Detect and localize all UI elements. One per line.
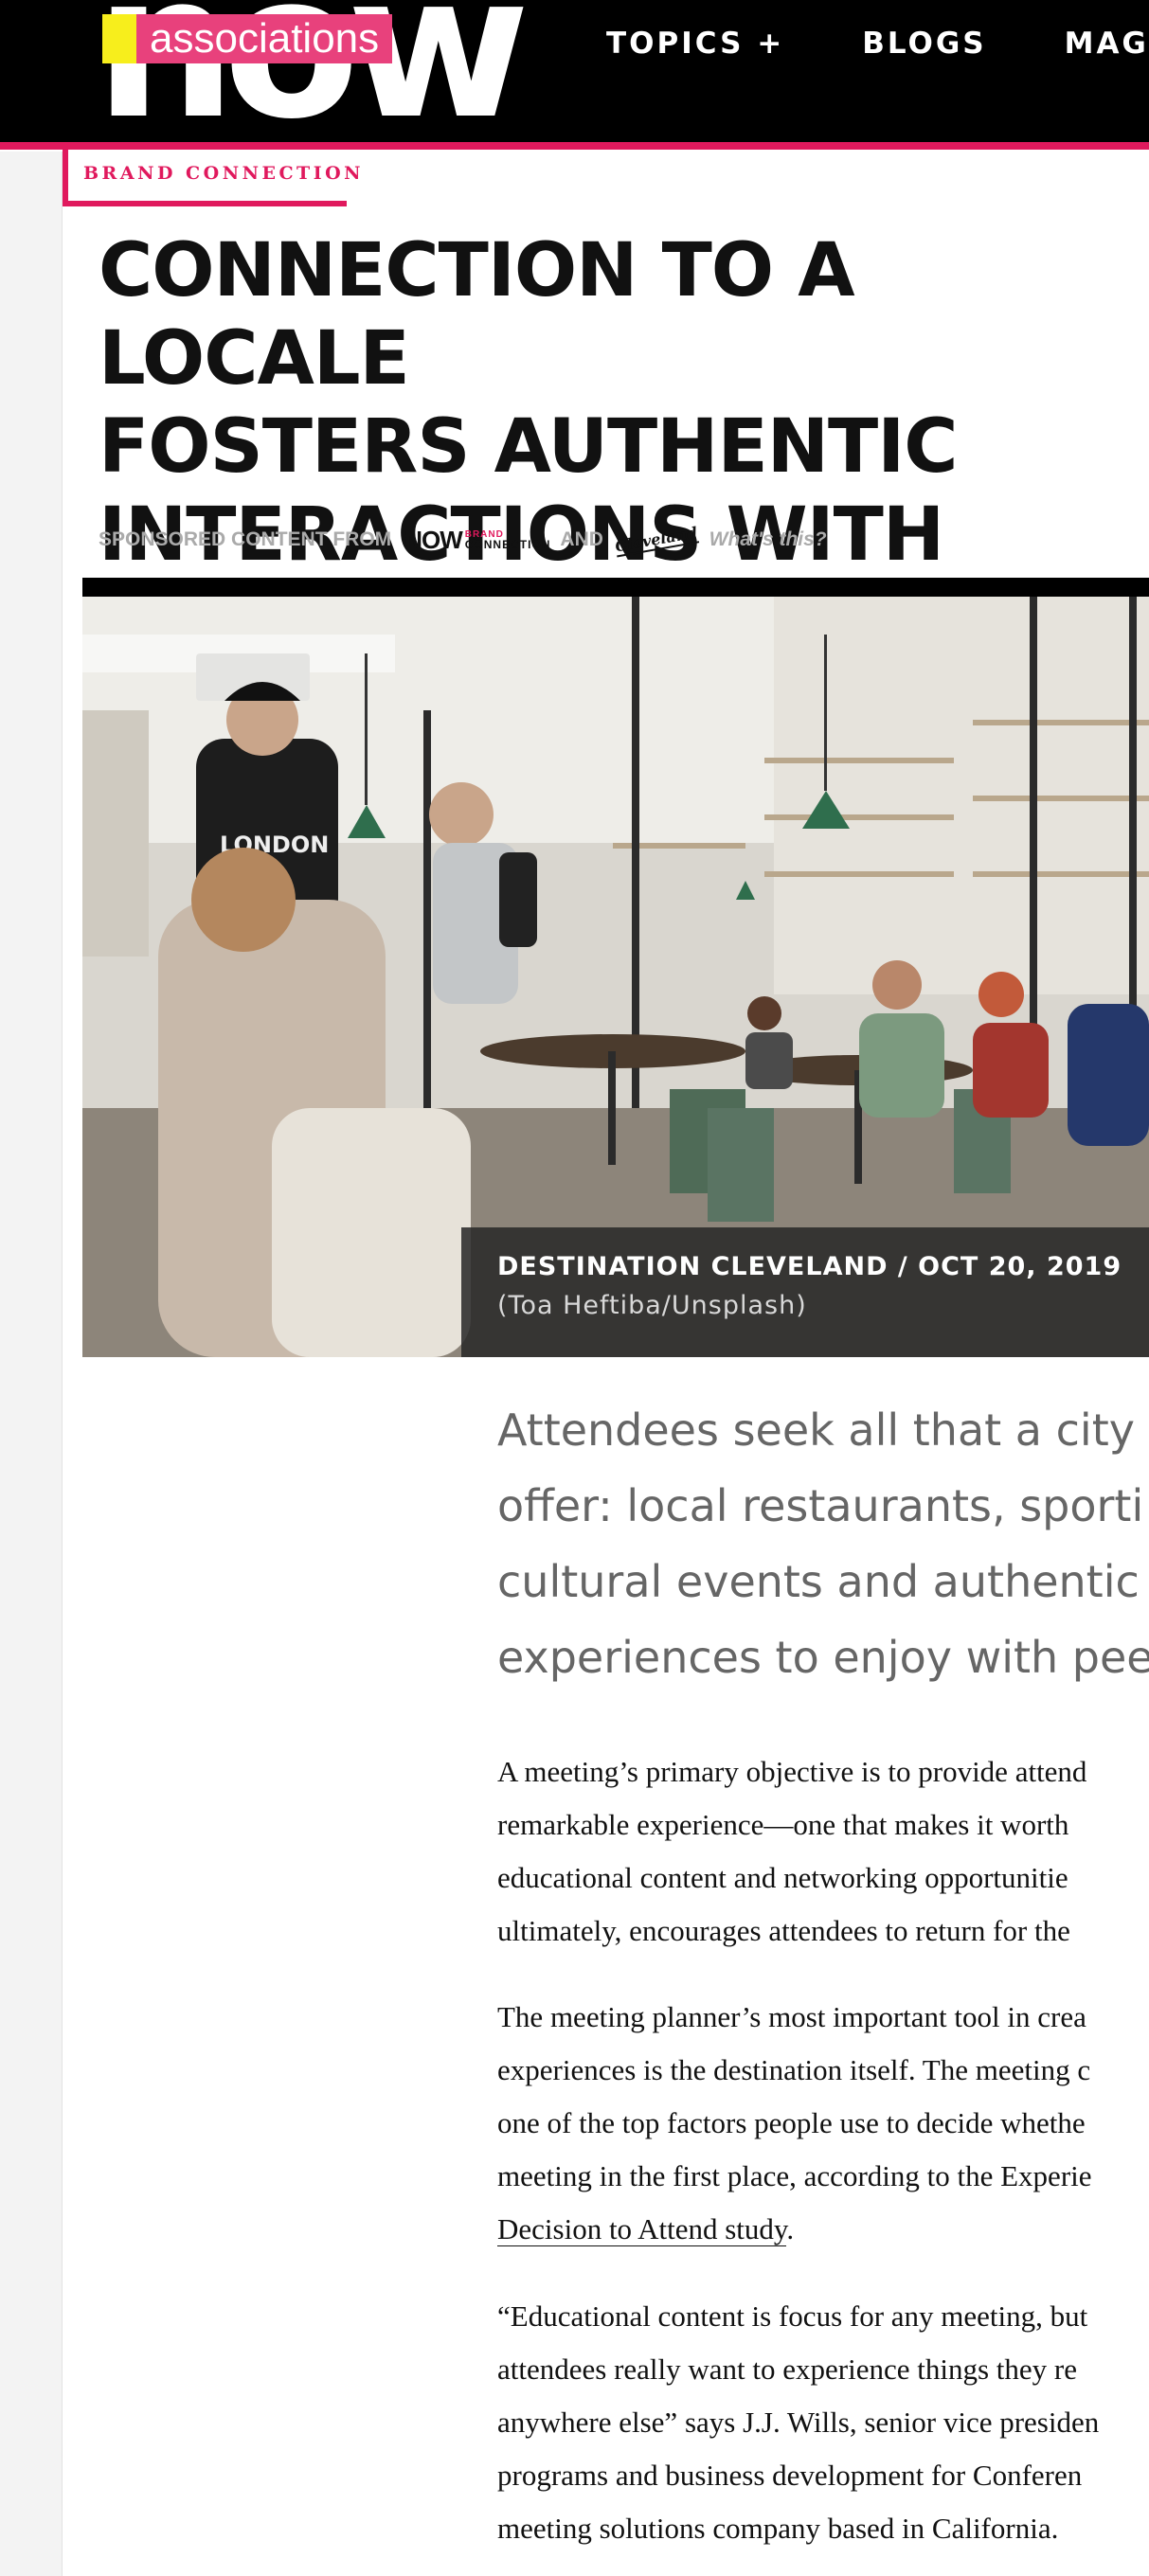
article-paragraph-1: A meeting’s primary objective is to prov… [497,1745,1149,1958]
main-nav: TOPICS + BLOGS MAGAZ [606,27,1149,61]
paragraph-line: remarkable experience—one that makes it … [497,1808,1069,1841]
brand-connection-tag[interactable]: BRAND CONNECTION [63,150,361,206]
hero-caption: DESTINATION CLEVELAND / OCT 20, 2019 (To… [461,1227,1149,1357]
dek-line: offer: local restaurants, sporti [497,1480,1144,1531]
site-logo[interactable]: now associations [95,0,549,142]
article-dek: Attendees seek all that a city h offer: … [497,1392,1149,1695]
hero-image: LONDON DESTINATION CLEVELAND / OCT 20, 2… [82,578,1149,1357]
article-paragraph-2: The meeting planner’s most important too… [497,1991,1149,2256]
site-header: now associations TOPICS + BLOGS MAGAZ [0,0,1149,150]
sponsored-content-line: SPONSORED CONTENT FROM NOW BRAND CONNECT… [99,523,827,557]
dek-line: Attendees seek all that a city h [497,1404,1149,1456]
sponsor-and: AND [560,528,603,550]
brand-connection-label: BRAND CONNECTION [83,163,365,184]
paragraph-line: attendees really want to experience thin… [497,2352,1077,2386]
paragraph-line: The meeting planner’s most important too… [497,2000,1086,2033]
cleveland-logo[interactable]: Cleveland [613,523,699,557]
paragraph-line: anywhere else” says J.J. Wills, senior v… [497,2406,1100,2439]
decision-to-attend-link[interactable]: Decision to Attend study [497,2212,787,2246]
page-gutter [0,152,63,2576]
dek-line: experiences to enjoy with peer [497,1632,1149,1683]
dek-line: cultural events and authentic [497,1556,1140,1607]
nav-magazine[interactable]: MAGAZ [1065,27,1149,61]
paragraph-line: educational content and networking oppor… [497,1861,1068,1894]
whats-this-link[interactable]: What's this? [709,528,827,551]
article-paragraph-3: “Educational content is focus for any me… [497,2290,1149,2555]
sponsor-prefix: SPONSORED CONTENT FROM [99,528,392,550]
sponsor-logo-connection: CONNECTION [464,538,551,551]
paragraph-line: “Educational content is focus for any me… [497,2299,1088,2333]
paragraph-line: meeting solutions company based in Calif… [497,2512,1059,2545]
nav-blogs[interactable]: BLOGS [862,27,986,61]
sponsor-logo-wordmark: NOW [404,525,463,554]
paragraph-line: Decision to Attend study. [497,2203,1149,2256]
paragraph-line: one of the top factors people use to dec… [497,2106,1086,2139]
hero-photo-credit: (Toa Heftiba/Unsplash) [497,1291,807,1320]
paragraph-line: A meeting’s primary objective is to prov… [497,1755,1087,1788]
headline-line: CONNECTION TO A LOCALE [99,228,855,402]
headline-line: FOSTERS AUTHENTIC [99,404,958,490]
logo-yellow-block [102,14,136,63]
paragraph-line: ultimately, encourages attendees to retu… [497,1914,1070,1947]
logo-badge: associations [102,14,393,63]
sponsor-logo-subtext: BRAND CONNECTION [465,529,551,550]
logo-badge-text: associations [136,14,393,63]
paragraph-end: . [786,2212,795,2245]
nav-topics[interactable]: TOPICS + [606,27,784,61]
hero-caption-text: DESTINATION CLEVELAND / OCT 20, 2019 [497,1252,1122,1281]
paragraph-line: programs and business development for Co… [497,2459,1083,2492]
paragraph-line: meeting in the first place, according to… [497,2159,1092,2192]
now-brand-connection-logo[interactable]: NOW BRAND CONNECTION [404,526,550,555]
paragraph-line: experiences is the destination itself. T… [497,2053,1091,2086]
